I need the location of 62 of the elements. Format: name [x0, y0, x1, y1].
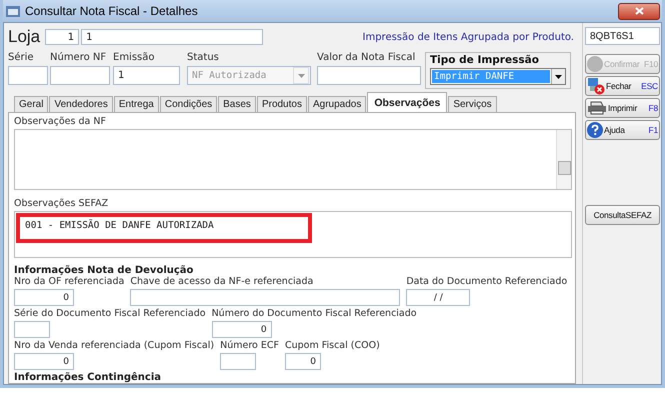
field-label: Chave de acesso da NF-e referenciada: [130, 276, 314, 287]
section-heading: Informações Contingência: [14, 372, 161, 383]
notes-textarea[interactable]: [14, 129, 572, 190]
text-field[interactable]: [50, 66, 110, 85]
tab[interactable]: Condições: [160, 96, 218, 112]
field-label: Nro da Venda referenciada (Cupom Fiscal): [14, 340, 214, 351]
tab[interactable]: Geral: [14, 96, 48, 112]
help-icon: [587, 122, 603, 138]
text-field[interactable]: [317, 66, 421, 85]
close-icon: [634, 7, 644, 15]
tab[interactable]: Entrega: [114, 96, 159, 112]
field-label: Cupom Fiscal (COO): [284, 340, 380, 351]
field-label: Observações da NF: [14, 116, 106, 127]
app-icon: [6, 5, 20, 17]
section-heading: Informações Nota de Devolução: [14, 265, 194, 276]
dropdown-arrow-icon: [555, 74, 562, 78]
field-label: Número NF: [50, 52, 108, 63]
sefaz-notes-textarea[interactable]: 001 - EMISSÃO DE DANFE AUTORIZADA: [14, 210, 572, 258]
notice-text: Impressão de Itens Agrupada por Produto.: [362, 32, 575, 42]
store-name-field[interactable]: 1: [81, 29, 264, 45]
code-field[interactable]: 8QBT6S1: [585, 27, 660, 45]
text-field[interactable]: [130, 289, 400, 306]
store-code-field[interactable]: 1: [45, 29, 80, 45]
text-field[interactable]: / /: [406, 289, 470, 306]
text-field[interactable]: [8, 66, 48, 85]
field-label: Data do Documento Referenciado: [406, 276, 568, 287]
text-field[interactable]: 0: [14, 289, 74, 306]
printer-icon: [587, 101, 607, 115]
tab[interactable]: Bases: [218, 96, 256, 112]
field-label: Valor da Nota Fiscal: [317, 52, 416, 63]
text-field[interactable]: 0: [14, 353, 74, 370]
consult-sefaz-button[interactable]: ConsultaSEFAZ: [585, 205, 660, 225]
field-label: Número ECF: [220, 340, 279, 351]
tab[interactable]: Observações: [367, 92, 448, 112]
tab[interactable]: Agrupados: [308, 96, 366, 112]
field-label: Nro da OF referenciada: [14, 276, 124, 287]
window-title: Consultar Nota Fiscal - Detalhes: [25, 4, 199, 18]
action-button[interactable]: Ajuda F1: [585, 120, 660, 140]
tab[interactable]: Serviços: [448, 96, 497, 112]
tab[interactable]: Produtos: [256, 96, 307, 112]
field-label: Número do Documento Fiscal Referenciado: [212, 308, 417, 319]
dropdown-arrow-icon: [298, 74, 304, 78]
circle-icon: [587, 56, 603, 72]
text-field[interactable]: 1: [113, 66, 180, 85]
scrollbar[interactable]: [556, 130, 571, 189]
field-label: Observações SEFAZ: [14, 198, 108, 209]
field-label: Status: [187, 52, 220, 63]
store-label: Loja: [8, 27, 40, 47]
field-label: Série: [8, 52, 35, 63]
action-button[interactable]: Fechar ESC: [585, 76, 660, 96]
print-type-label: Tipo de Impressão: [430, 54, 540, 66]
sefaz-notes-text: 001 - EMISSÃO DE DANFE AUTORIZADA: [25, 220, 214, 231]
action-button[interactable]: Imprimir F8: [585, 98, 660, 118]
text-field[interactable]: 0: [212, 321, 272, 338]
field-label: Emissão: [113, 52, 156, 63]
close-button[interactable]: [618, 2, 660, 20]
computer-x-icon: [587, 77, 605, 95]
tab[interactable]: Vendedores: [49, 96, 113, 112]
text-field[interactable]: [14, 321, 50, 338]
text-field[interactable]: 0: [284, 353, 321, 370]
text-field[interactable]: [220, 353, 256, 370]
field-label: Série do Documento Fiscal Referenciado: [14, 308, 206, 319]
